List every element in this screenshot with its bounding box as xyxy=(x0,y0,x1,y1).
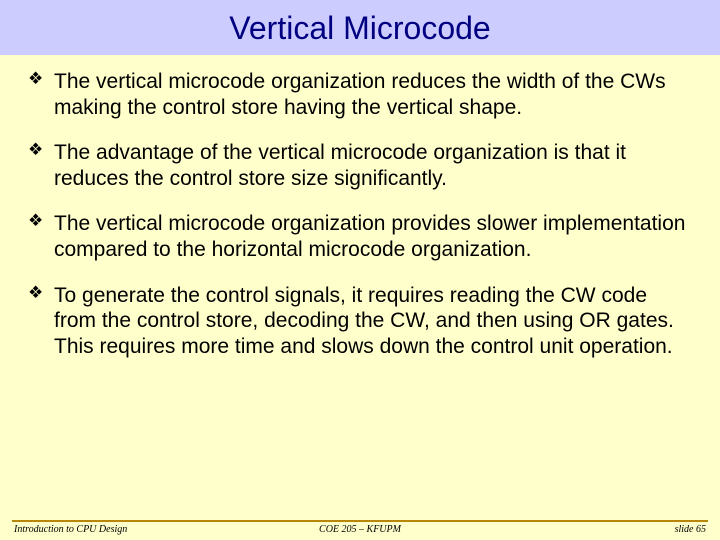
bullet-item: The vertical microcode organization prov… xyxy=(30,211,690,262)
footer-left: Introduction to CPU Design xyxy=(14,524,127,535)
diamond-bullet-icon xyxy=(30,215,46,231)
bullet-text: The advantage of the vertical microcode … xyxy=(54,140,690,191)
bullet-text: To generate the control signals, it requ… xyxy=(54,283,690,360)
diamond-bullet-icon xyxy=(30,73,46,89)
bullet-text: The vertical microcode organization redu… xyxy=(54,69,690,120)
bullet-item: The vertical microcode organization redu… xyxy=(30,69,690,120)
diamond-bullet-icon xyxy=(30,144,46,160)
footer-right: slide 65 xyxy=(675,524,706,535)
bullet-item: To generate the control signals, it requ… xyxy=(30,283,690,360)
footer: Introduction to CPU Design COE 205 – KFU… xyxy=(0,520,720,540)
content-area: The vertical microcode organization redu… xyxy=(0,55,720,359)
bullet-item: The advantage of the vertical microcode … xyxy=(30,140,690,191)
slide-title: Vertical Microcode xyxy=(0,10,720,47)
diamond-bullet-icon xyxy=(30,287,46,303)
footer-center: COE 205 – KFUPM xyxy=(319,524,401,535)
footer-divider xyxy=(12,520,708,522)
title-bar: Vertical Microcode xyxy=(0,0,720,55)
bullet-text: The vertical microcode organization prov… xyxy=(54,211,690,262)
